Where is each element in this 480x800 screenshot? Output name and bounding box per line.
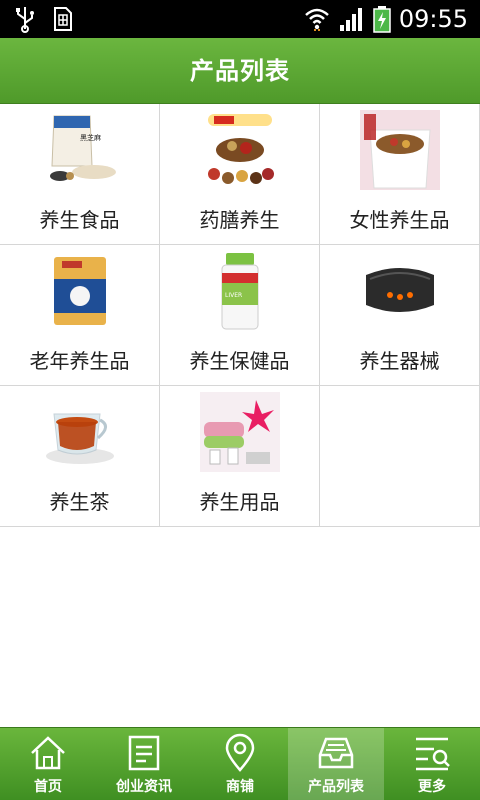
status-left-icons (14, 5, 74, 33)
womens-health-image (360, 110, 440, 190)
bottom-tab-bar: 首页 创业资讯 商铺 产品列表 更多 (0, 727, 480, 800)
svg-text:黑芝麻: 黑芝麻 (80, 133, 101, 142)
document-icon (128, 735, 160, 771)
category-item-herbal-cuisine[interactable]: 药膳养生 (160, 104, 320, 245)
waist-belt-image (366, 268, 434, 312)
category-item-womens-health[interactable]: 女性养生品 (320, 104, 480, 245)
tab-shops[interactable]: 商铺 (192, 728, 288, 800)
svg-text:LIVER: LIVER (225, 292, 242, 299)
category-label: 养生茶 (49, 490, 110, 514)
app-screen: 09:55 产品列表 黑芝麻 养生食品 药膳养生 女性养生品 老年养生品 LIV… (0, 0, 480, 800)
category-item-supplements[interactable]: LIVER 养生保健品 (160, 245, 320, 386)
tab-product-list[interactable]: 产品列表 (288, 728, 384, 800)
location-pin-icon (225, 733, 255, 772)
battery-charging-icon (373, 6, 391, 33)
tea-cup-image (46, 413, 114, 464)
category-label: 养生保健品 (189, 349, 290, 373)
empty-grid-cell (320, 386, 480, 527)
category-item-food[interactable]: 黑芝麻 养生食品 (0, 104, 160, 245)
category-grid: 黑芝麻 养生食品 药膳养生 女性养生品 老年养生品 LIVER 养生保健品 养生… (0, 104, 480, 527)
status-right-icons: 09:55 (303, 4, 468, 34)
supplement-bottle-image: LIVER (221, 253, 259, 330)
tab-business-news[interactable]: 创业资讯 (96, 728, 192, 800)
status-time: 09:55 (398, 5, 468, 33)
category-label: 老年养生品 (29, 349, 130, 373)
app-header: 产品列表 (0, 38, 480, 104)
status-bar: 09:55 (0, 0, 480, 38)
inbox-tray-icon (318, 737, 354, 769)
tab-more[interactable]: 更多 (384, 728, 480, 800)
herbal-cuisine-image (208, 114, 274, 184)
sim-card-icon (54, 7, 72, 31)
category-label: 药膳养生 (199, 208, 280, 232)
page-title: 产品列表 (190, 57, 290, 85)
category-item-supplies[interactable]: 养生用品 (160, 386, 320, 527)
usb-icon (16, 7, 34, 33)
category-label: 女性养生品 (349, 208, 450, 232)
tab-label: 更多 (418, 779, 446, 795)
tab-label: 商铺 (226, 779, 254, 795)
category-item-tea[interactable]: 养生茶 (0, 386, 160, 527)
category-label: 养生食品 (39, 208, 120, 232)
menu-search-icon (416, 737, 450, 771)
tab-label: 创业资讯 (116, 779, 172, 795)
home-icon (31, 736, 65, 770)
tab-label: 产品列表 (308, 779, 364, 795)
category-item-elderly-health[interactable]: 老年养生品 (0, 245, 160, 386)
elderly-health-image (54, 257, 106, 325)
tab-home[interactable]: 首页 (0, 728, 96, 800)
category-item-devices[interactable]: 养生器械 (320, 245, 480, 386)
wifi-icon (304, 8, 329, 31)
signal-icon (339, 8, 362, 31)
category-label: 养生器械 (359, 349, 440, 373)
spa-products-image (200, 392, 280, 472)
category-label: 养生用品 (199, 490, 280, 514)
food-product-image: 黑芝麻 (50, 115, 116, 181)
tab-label: 首页 (34, 779, 62, 795)
